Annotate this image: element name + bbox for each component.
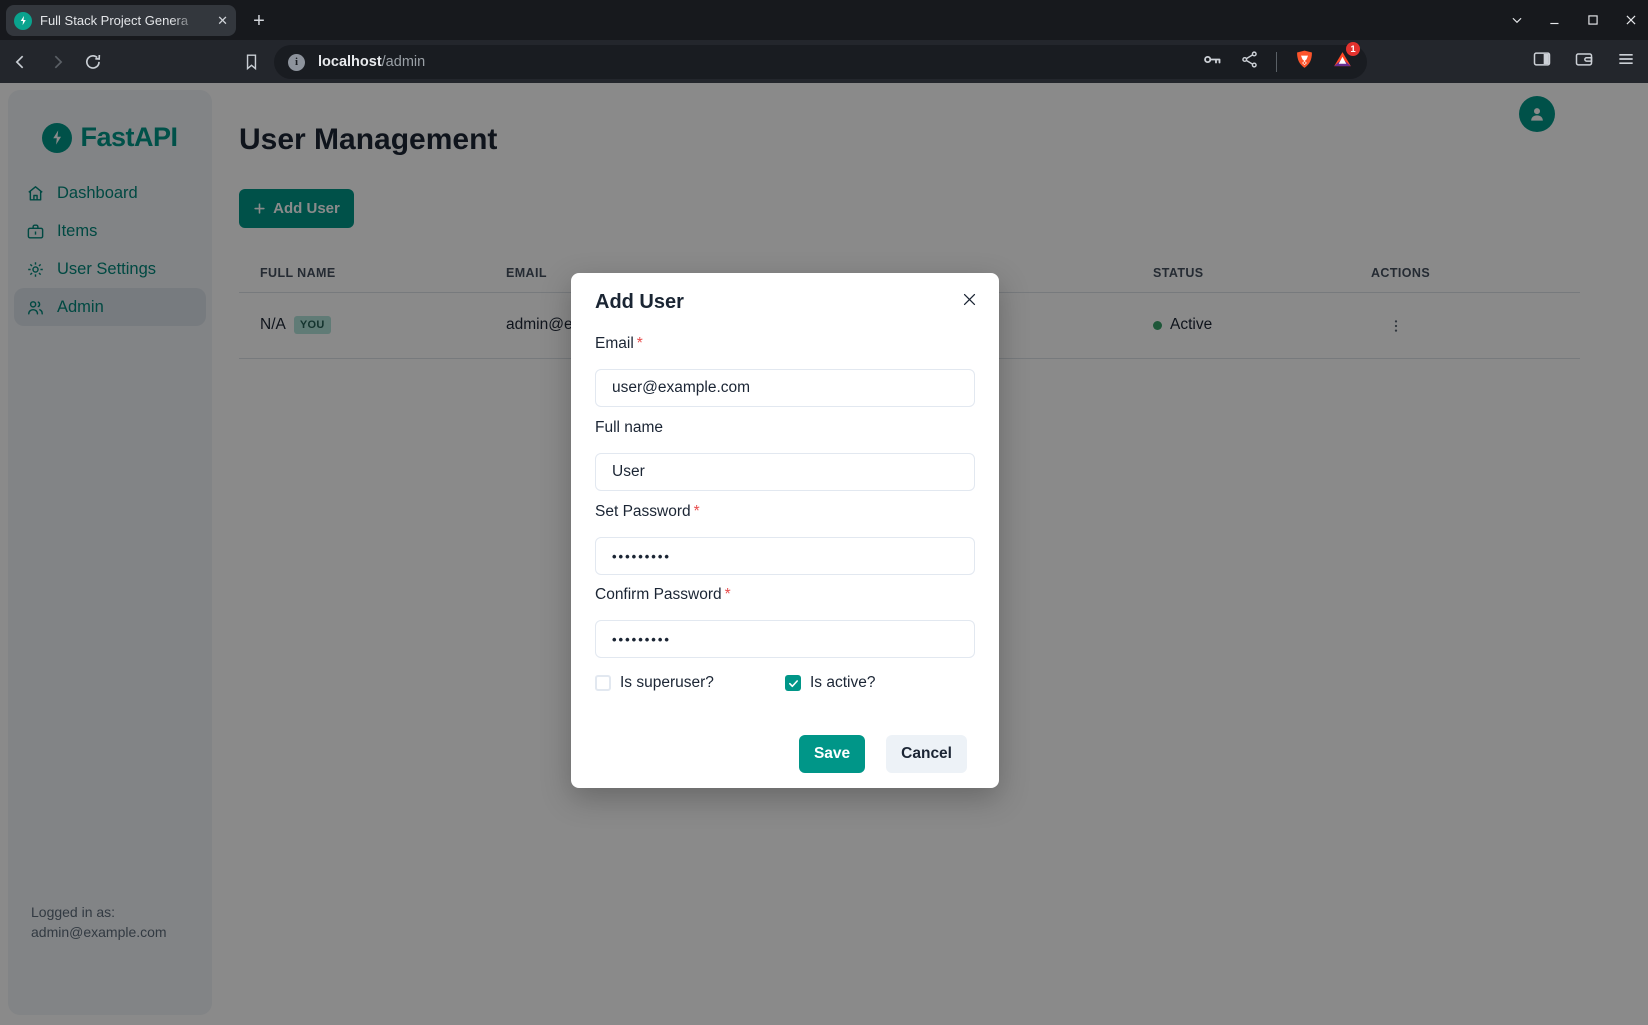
window-close-button[interactable]: [1624, 13, 1638, 27]
full-name-field[interactable]: [595, 453, 975, 491]
page-content: FastAPI Dashboard Items User Sett: [0, 83, 1648, 1025]
required-marker: *: [637, 335, 643, 352]
window-minimize-button[interactable]: [1548, 13, 1562, 27]
menu-hamburger-icon[interactable]: [1616, 49, 1636, 74]
site-info-icon[interactable]: i: [288, 54, 305, 71]
modal-title: Add User: [595, 291, 684, 314]
set-password-label: Set Password*: [595, 503, 700, 521]
is-active-label: Is active?: [810, 674, 875, 692]
email-label: Email*: [595, 335, 643, 353]
cancel-button[interactable]: Cancel: [886, 735, 967, 773]
back-button[interactable]: [6, 47, 36, 77]
confirm-password-label: Confirm Password*: [595, 586, 731, 604]
required-marker: *: [725, 586, 731, 603]
check-icon: [788, 678, 799, 689]
is-active-checkbox[interactable]: [785, 675, 801, 691]
url-path: /admin: [382, 54, 426, 70]
is-superuser-label: Is superuser?: [620, 674, 714, 692]
url-text[interactable]: localhost/admin: [318, 54, 425, 70]
url-host: localhost: [318, 54, 382, 70]
share-icon[interactable]: [1240, 50, 1259, 74]
required-marker: *: [694, 503, 700, 520]
fastapi-favicon-icon: [14, 12, 32, 30]
tab-strip: Full Stack Project Genera ✕ +: [0, 0, 1648, 40]
confirm-password-field[interactable]: [595, 620, 975, 658]
tab-search-chevron-icon[interactable]: [1510, 13, 1524, 27]
browser-tab[interactable]: Full Stack Project Genera ✕: [6, 5, 236, 36]
forward-button[interactable]: [42, 47, 72, 77]
email-field[interactable]: [595, 369, 975, 407]
new-tab-button[interactable]: +: [246, 8, 272, 34]
password-key-icon[interactable]: [1202, 49, 1223, 75]
brave-shield-icon[interactable]: [1294, 49, 1315, 75]
wallet-icon[interactable]: [1574, 49, 1594, 74]
save-button[interactable]: Save: [799, 735, 865, 773]
window-maximize-button[interactable]: [1586, 13, 1600, 27]
sidebar-toggle-icon[interactable]: [1532, 49, 1552, 74]
reload-button[interactable]: [78, 47, 108, 77]
modal-close-button[interactable]: [957, 287, 981, 311]
full-name-label: Full name: [595, 419, 663, 437]
is-superuser-checkbox[interactable]: [595, 675, 611, 691]
add-user-modal: Add User Email* Full name Set Password* …: [571, 273, 999, 788]
url-bar[interactable]: i localhost/admin: [274, 45, 1367, 79]
tab-close-icon[interactable]: ✕: [217, 14, 228, 27]
tab-title: Full Stack Project Genera: [40, 13, 200, 28]
toolbar-divider: [1276, 52, 1277, 72]
set-password-field[interactable]: [595, 537, 975, 575]
brave-rewards-icon[interactable]: 1: [1332, 49, 1353, 75]
bookmark-icon[interactable]: [242, 52, 261, 76]
close-icon: [961, 291, 978, 308]
rewards-badge: 1: [1346, 42, 1360, 56]
